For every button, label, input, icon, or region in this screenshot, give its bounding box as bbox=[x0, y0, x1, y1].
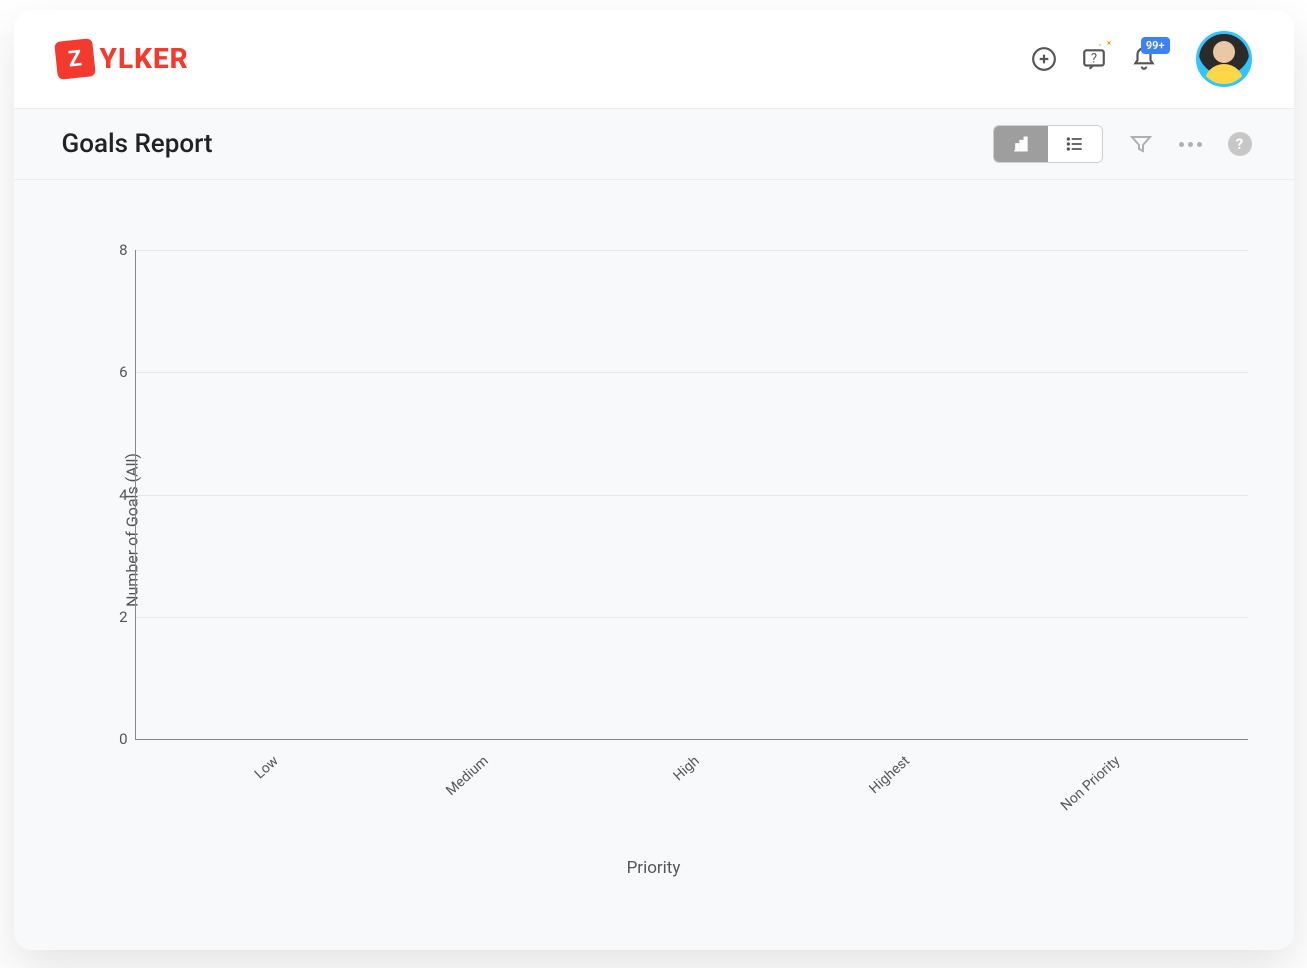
svg-text:?: ? bbox=[1090, 51, 1096, 66]
chart-frame: Number of Goals (All) LowMediumHighHighe… bbox=[50, 250, 1258, 810]
y-tick-label: 0 bbox=[96, 730, 128, 748]
subheader-actions: ? bbox=[993, 125, 1252, 163]
more-options-button[interactable] bbox=[1179, 142, 1202, 147]
filter-button[interactable] bbox=[1129, 132, 1153, 156]
y-tick-label: 2 bbox=[96, 608, 128, 626]
x-tick-label: High bbox=[670, 753, 702, 784]
view-toggle bbox=[993, 125, 1103, 163]
y-tick-label: 8 bbox=[96, 241, 128, 259]
help-button[interactable]: ? bbox=[1228, 132, 1252, 156]
bar-chart-icon bbox=[1011, 134, 1031, 154]
help-chat-button[interactable]: ? bbox=[1080, 45, 1108, 73]
grid-line bbox=[136, 372, 1248, 373]
notification-count-badge: 99+ bbox=[1141, 37, 1170, 54]
chart-area: Number of Goals (All) LowMediumHighHighe… bbox=[14, 180, 1294, 950]
grid-line bbox=[136, 250, 1248, 251]
chart-view-button[interactable] bbox=[994, 126, 1048, 162]
grid-line bbox=[136, 495, 1248, 496]
header-actions: ? 99+ bbox=[1030, 31, 1252, 87]
brand-badge: Z bbox=[54, 38, 96, 80]
x-tick-label: Medium bbox=[443, 753, 492, 799]
notifications-button[interactable]: 99+ bbox=[1130, 45, 1158, 73]
chart-plot: LowMediumHighHighestNon Priority 02468 bbox=[135, 250, 1248, 740]
x-tick-label: Non Priority bbox=[1058, 753, 1123, 814]
dot-icon bbox=[1188, 142, 1193, 147]
dot-icon bbox=[1179, 142, 1184, 147]
app-header: Z YLKER ? 99+ bbox=[14, 10, 1294, 108]
y-tick-label: 6 bbox=[96, 363, 128, 381]
grid-line bbox=[136, 617, 1248, 618]
brand-text: YLKER bbox=[100, 42, 189, 75]
y-tick-label: 4 bbox=[96, 486, 128, 504]
add-button[interactable] bbox=[1030, 45, 1058, 73]
filter-icon bbox=[1129, 132, 1153, 156]
app-window: Z YLKER ? 99+ Goals Report bbox=[14, 10, 1294, 950]
chat-question-icon: ? bbox=[1081, 46, 1107, 72]
brand-logo[interactable]: Z YLKER bbox=[56, 40, 189, 78]
user-avatar[interactable] bbox=[1196, 31, 1252, 87]
page-subheader: Goals Report ? bbox=[14, 108, 1294, 180]
list-view-button[interactable] bbox=[1048, 126, 1102, 162]
list-icon bbox=[1065, 134, 1085, 154]
plus-circle-icon bbox=[1031, 46, 1057, 72]
dot-icon bbox=[1197, 142, 1202, 147]
x-tick-label: Low bbox=[251, 753, 281, 782]
page-title: Goals Report bbox=[62, 129, 213, 159]
x-tick-label: Highest bbox=[866, 753, 913, 797]
x-axis-label: Priority bbox=[50, 858, 1258, 878]
